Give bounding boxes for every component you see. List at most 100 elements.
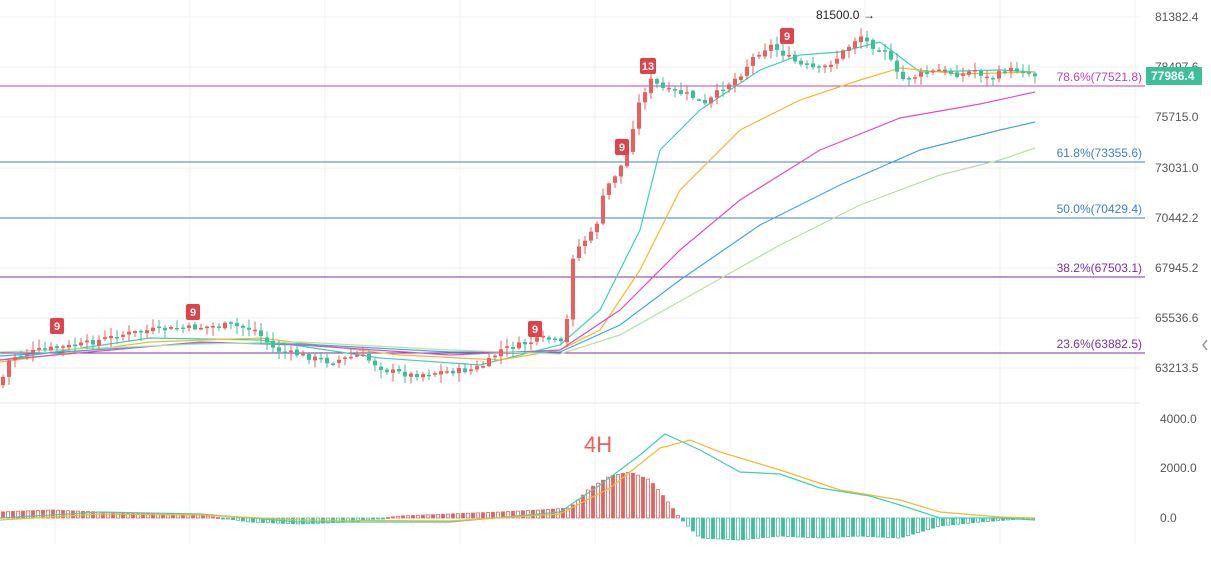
macd-histogram-bar (746, 517, 750, 540)
macd-histogram-bar (881, 517, 885, 538)
macd-histogram-bar (371, 517, 375, 520)
candle (703, 94, 707, 106)
candle-body (913, 77, 917, 79)
candle-body (529, 342, 533, 344)
candle (181, 324, 185, 334)
indicator-tick-label: 0.0 (1160, 511, 1177, 525)
candle-body (481, 366, 485, 368)
candle (409, 371, 413, 384)
high-arrow-icon: → (863, 8, 875, 22)
macd-histogram-bar (101, 511, 105, 519)
macd-histogram-bar (696, 517, 700, 537)
candle (439, 364, 443, 383)
candle-body (679, 90, 683, 95)
candle-body (709, 97, 713, 104)
macd-histogram-bar (716, 517, 720, 540)
td-marker: 9 (615, 139, 629, 155)
candle-body (661, 82, 665, 88)
macd-histogram-bar (436, 514, 440, 519)
macd-histogram-bar (806, 517, 810, 538)
candle (85, 334, 89, 349)
candle-body (409, 373, 413, 377)
fib-level-label: 38.2%(67503.1) (1057, 261, 1142, 275)
candle (817, 64, 821, 73)
candle-body (277, 347, 281, 352)
macd-histogram-bar (676, 514, 680, 519)
candle (367, 350, 371, 364)
macd-histogram-bar (396, 515, 400, 519)
macd-histogram-bar (611, 474, 615, 519)
macd-histogram-bar (961, 517, 965, 525)
macd-histogram-bar (36, 510, 40, 519)
macd-histogram-bar (911, 517, 915, 535)
macd-histogram-bar (491, 511, 495, 519)
candle (877, 47, 881, 53)
macd-histogram-bar (811, 517, 815, 539)
candle (385, 367, 389, 375)
candle (973, 62, 977, 79)
scroll-handle-icon[interactable] (1202, 339, 1208, 351)
candle (649, 73, 653, 99)
candle-body (475, 366, 479, 370)
candle-body (37, 347, 41, 350)
candle (307, 352, 311, 364)
macd-histogram-bar (431, 514, 435, 519)
candle (235, 317, 239, 335)
macd-histogram-bar (956, 517, 960, 525)
candle-body (733, 78, 737, 86)
candle (607, 182, 611, 200)
candle (787, 45, 791, 59)
macd-histogram-bar (946, 517, 950, 526)
candle (631, 120, 635, 155)
macd-histogram-bar (461, 513, 465, 519)
candle (655, 77, 659, 89)
candle-body (523, 341, 527, 345)
ma-slowest-line (0, 147, 1036, 355)
candle (745, 59, 749, 80)
candle (511, 341, 515, 358)
candle-body (391, 369, 395, 373)
candle-body (997, 71, 1001, 79)
macd-histogram-bar (306, 517, 310, 525)
candle (1009, 61, 1013, 79)
candle (211, 322, 215, 336)
macd-histogram-bar (456, 513, 460, 519)
macd-histogram-bar (1, 511, 5, 519)
candle-body (433, 373, 437, 375)
candle-body (907, 78, 911, 80)
candle (241, 323, 245, 336)
candle (841, 48, 845, 61)
candle-body (955, 72, 959, 78)
macd-histogram-bar (581, 494, 585, 519)
candle (571, 254, 575, 327)
candle (397, 365, 401, 374)
candle (979, 68, 983, 83)
macd-histogram-bar (106, 511, 110, 519)
candle (913, 74, 917, 84)
candle (673, 86, 677, 98)
macd-histogram-bar (646, 478, 650, 519)
candle-body (505, 346, 509, 348)
candle (199, 323, 203, 330)
candle (613, 175, 617, 188)
macd-histogram-bar (406, 515, 410, 519)
candle-body (283, 351, 287, 354)
macd-histogram-bar (831, 517, 835, 538)
macd-histogram-bar (421, 514, 425, 519)
candle (799, 57, 803, 67)
candle (811, 56, 815, 70)
candle-body (487, 358, 491, 367)
macd-histogram-bar (736, 517, 740, 541)
candle (829, 60, 833, 73)
candle-body (31, 349, 35, 354)
candle-body (493, 355, 497, 358)
macd-histogram-bar (921, 517, 925, 532)
macd-histogram-bar (466, 512, 470, 519)
macd-histogram-bar (776, 517, 780, 537)
candle (145, 324, 149, 338)
candle-body (211, 325, 215, 328)
candle (517, 336, 521, 350)
price-tick-label: 65536.6 (1155, 311, 1199, 325)
candle (709, 95, 713, 109)
candle-body (697, 99, 701, 101)
